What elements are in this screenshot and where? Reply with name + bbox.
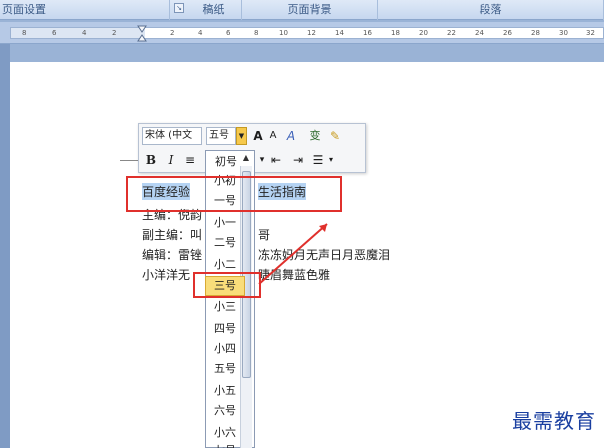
ruler-tick: 22: [447, 29, 456, 37]
ruler-tick: 32: [586, 29, 595, 37]
center-align-button[interactable]: ≡: [183, 151, 197, 169]
decrease-indent-button[interactable]: ⇤: [269, 151, 283, 169]
doc-line-contrib-left[interactable]: 小洋洋无: [142, 266, 190, 283]
ribbon-group-bar: 页面设置 ↘ 稿纸 页面背景 段落: [0, 0, 604, 20]
size-option[interactable]: 四号: [207, 320, 243, 336]
ruler-tick: 12: [307, 29, 316, 37]
annotation-box-selection: [126, 176, 342, 212]
ruler-tick: 2: [112, 29, 117, 37]
size-option[interactable]: 小四: [207, 340, 243, 356]
ruler-tick: 8: [254, 29, 259, 37]
group-page-setup: 页面设置: [0, 0, 170, 20]
size-option[interactable]: 五号: [207, 360, 243, 376]
phonetic-guide-icon[interactable]: 变: [305, 127, 325, 145]
font-color-button[interactable]: A: [283, 127, 299, 145]
ruler-tick: 30: [559, 29, 568, 37]
horizontal-ruler[interactable]: 8 6 4 2 2 4 6 8 10 12 14 16 18 20 22 24 …: [0, 22, 604, 44]
ruler-tick: 26: [503, 29, 512, 37]
doc-line-editors-left[interactable]: 编辑：雷锉: [142, 246, 202, 263]
bold-button[interactable]: B: [145, 151, 157, 169]
ruler-tick: 8: [22, 29, 27, 37]
highlight-dropdown-button[interactable]: ▾: [257, 151, 267, 169]
ruler-tick: 4: [82, 29, 87, 37]
size-option[interactable]: 小一: [207, 214, 243, 230]
bullets-button[interactable]: ☰: [311, 151, 325, 169]
ruler-tick: 18: [391, 29, 400, 37]
scroll-up-icon[interactable]: ▲: [240, 151, 252, 165]
size-option[interactable]: 小二: [207, 256, 243, 272]
size-option[interactable]: 六号: [207, 402, 243, 418]
chevron-down-icon[interactable]: ▼: [236, 127, 247, 145]
ruler-tick: 4: [198, 29, 203, 37]
group-page-background: 页面背景: [242, 0, 378, 20]
ruler-tick: 2: [170, 29, 175, 37]
italic-button[interactable]: I: [165, 151, 177, 169]
format-painter-icon[interactable]: ✎: [327, 127, 343, 145]
font-name-select[interactable]: 宋体 (中文: [142, 127, 202, 145]
text-boundary-line: [120, 160, 138, 161]
ruler-tick: 6: [52, 29, 57, 37]
grow-font-button[interactable]: A: [251, 127, 265, 145]
size-option[interactable]: 小六: [207, 424, 243, 440]
ruler-tick: 28: [531, 29, 540, 37]
group-paragraph: 段落: [378, 0, 604, 20]
shrink-font-button[interactable]: A: [267, 127, 279, 145]
ruler-tick: 10: [279, 29, 288, 37]
annotation-arrow-icon: [258, 223, 328, 285]
increase-indent-button[interactable]: ⇥: [291, 151, 305, 169]
size-option[interactable]: 七号: [207, 442, 243, 448]
annotation-box-size: [193, 272, 261, 298]
ruler-tick: 16: [363, 29, 372, 37]
size-option[interactable]: 二号: [207, 234, 243, 250]
size-option[interactable]: 初号: [208, 151, 244, 173]
doc-line-deputy-left[interactable]: 副主编：叫: [142, 226, 202, 243]
ruler-tick: 20: [419, 29, 428, 37]
size-option[interactable]: 小三: [207, 298, 243, 314]
watermark-logo: 最需教育: [512, 409, 596, 433]
indent-marker-icon[interactable]: [137, 25, 147, 43]
size-option[interactable]: 小五: [207, 382, 243, 398]
chevron-down-icon[interactable]: ▾: [327, 151, 335, 169]
dialog-launcher-icon[interactable]: ↘: [174, 3, 184, 13]
ruler-tick: 24: [475, 29, 484, 37]
font-size-select[interactable]: 五号: [206, 127, 236, 145]
ruler-tick: 14: [335, 29, 344, 37]
ruler-tick: 6: [226, 29, 231, 37]
group-manuscript: 稿纸: [186, 0, 242, 20]
page-margin: [0, 44, 10, 448]
